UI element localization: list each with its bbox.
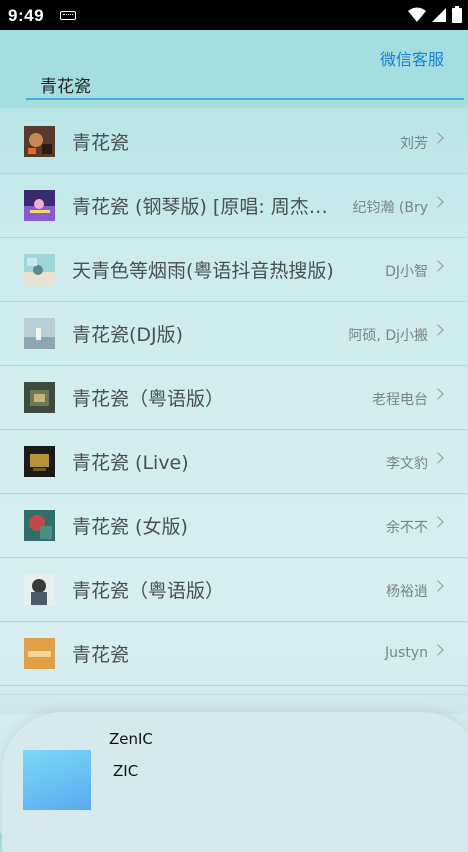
song-row[interactable]: 青花瓷 Justyn [0,622,468,686]
song-title: 青花瓷(DJ版) [72,324,184,346]
wifi-icon [408,7,426,22]
song-row[interactable]: 青花瓷(DJ版) 阿硕, Dj小搬 [0,302,468,366]
song-row[interactable]: 青花瓷 (女版) 余不不 [0,494,468,558]
song-row[interactable]: 青花瓷 (Live) 李文豹 [0,430,468,494]
album-cover [24,382,55,413]
song-title: 青花瓷 [72,644,130,666]
chevron-right-icon [432,196,444,208]
song-artist: DJ小智 [385,264,428,280]
chevron-right-icon [432,132,444,144]
wechat-service-link[interactable]: 微信客服 [380,46,444,70]
battery-icon [452,6,462,23]
song-title: 青花瓷（粤语版） [72,388,225,410]
signal-icon [432,7,446,22]
chevron-right-icon [432,644,444,656]
status-time: 9:49 [8,6,45,25]
song-artist: 老程电台 [372,392,428,408]
album-cover [24,638,55,669]
song-row[interactable]: 青花瓷（粤语版） 老程电台 [0,366,468,430]
player-artist: ZIC [113,762,139,780]
song-artist: Justyn [385,645,428,661]
song-title: 天青色等烟雨(粤语抖音热搜版) [72,260,334,282]
list-fade-overlay [0,684,468,714]
song-artist: 余不不 [386,520,428,536]
album-cover [24,574,55,605]
album-cover [24,318,55,349]
keyboard-icon [60,11,76,20]
player-song-title: ZenIC [109,730,153,748]
chevron-right-icon [432,580,444,592]
chevron-right-icon [432,452,444,464]
song-row[interactable]: 天青色等烟雨(粤语抖音热搜版) DJ小智 [0,238,468,302]
chevron-right-icon [432,260,444,272]
player-album-cover[interactable] [23,750,91,810]
song-list: 青花瓷 刘芳 青花瓷 (钢琴版) [原唱: 周杰伦] 纪钧瀚 (Bry 天青色等… [0,110,468,686]
song-title: 青花瓷 [72,132,130,154]
song-artist: 刘芳 [400,136,428,152]
song-title: 青花瓷（粤语版） [72,580,225,602]
album-cover [24,126,55,157]
chevron-right-icon [432,516,444,528]
song-artist: 纪钧瀚 (Bry [352,200,428,216]
album-cover [24,254,55,285]
song-title: 青花瓷 (女版) [72,516,188,538]
status-icons [408,6,462,23]
album-cover [24,510,55,541]
song-artist: 杨裕逍 [386,584,428,600]
song-title: 青花瓷 (钢琴版) [原唱: 周杰伦] [72,196,334,218]
chevron-right-icon [432,324,444,336]
song-artist: 李文豹 [386,456,428,472]
album-cover [24,446,55,477]
song-title: 青花瓷 (Live) [72,452,189,474]
album-cover [24,190,55,221]
search-input[interactable] [26,70,464,100]
search-header: 微信客服 [0,30,468,108]
song-artist: 阿硕, Dj小搬 [348,328,428,344]
song-row[interactable]: 青花瓷 (钢琴版) [原唱: 周杰伦] 纪钧瀚 (Bry [0,174,468,238]
chevron-right-icon [432,388,444,400]
song-row[interactable]: 青花瓷（粤语版） 杨裕逍 [0,558,468,622]
song-row[interactable]: 青花瓷 刘芳 [0,110,468,174]
status-bar: 9:49 [0,0,468,30]
